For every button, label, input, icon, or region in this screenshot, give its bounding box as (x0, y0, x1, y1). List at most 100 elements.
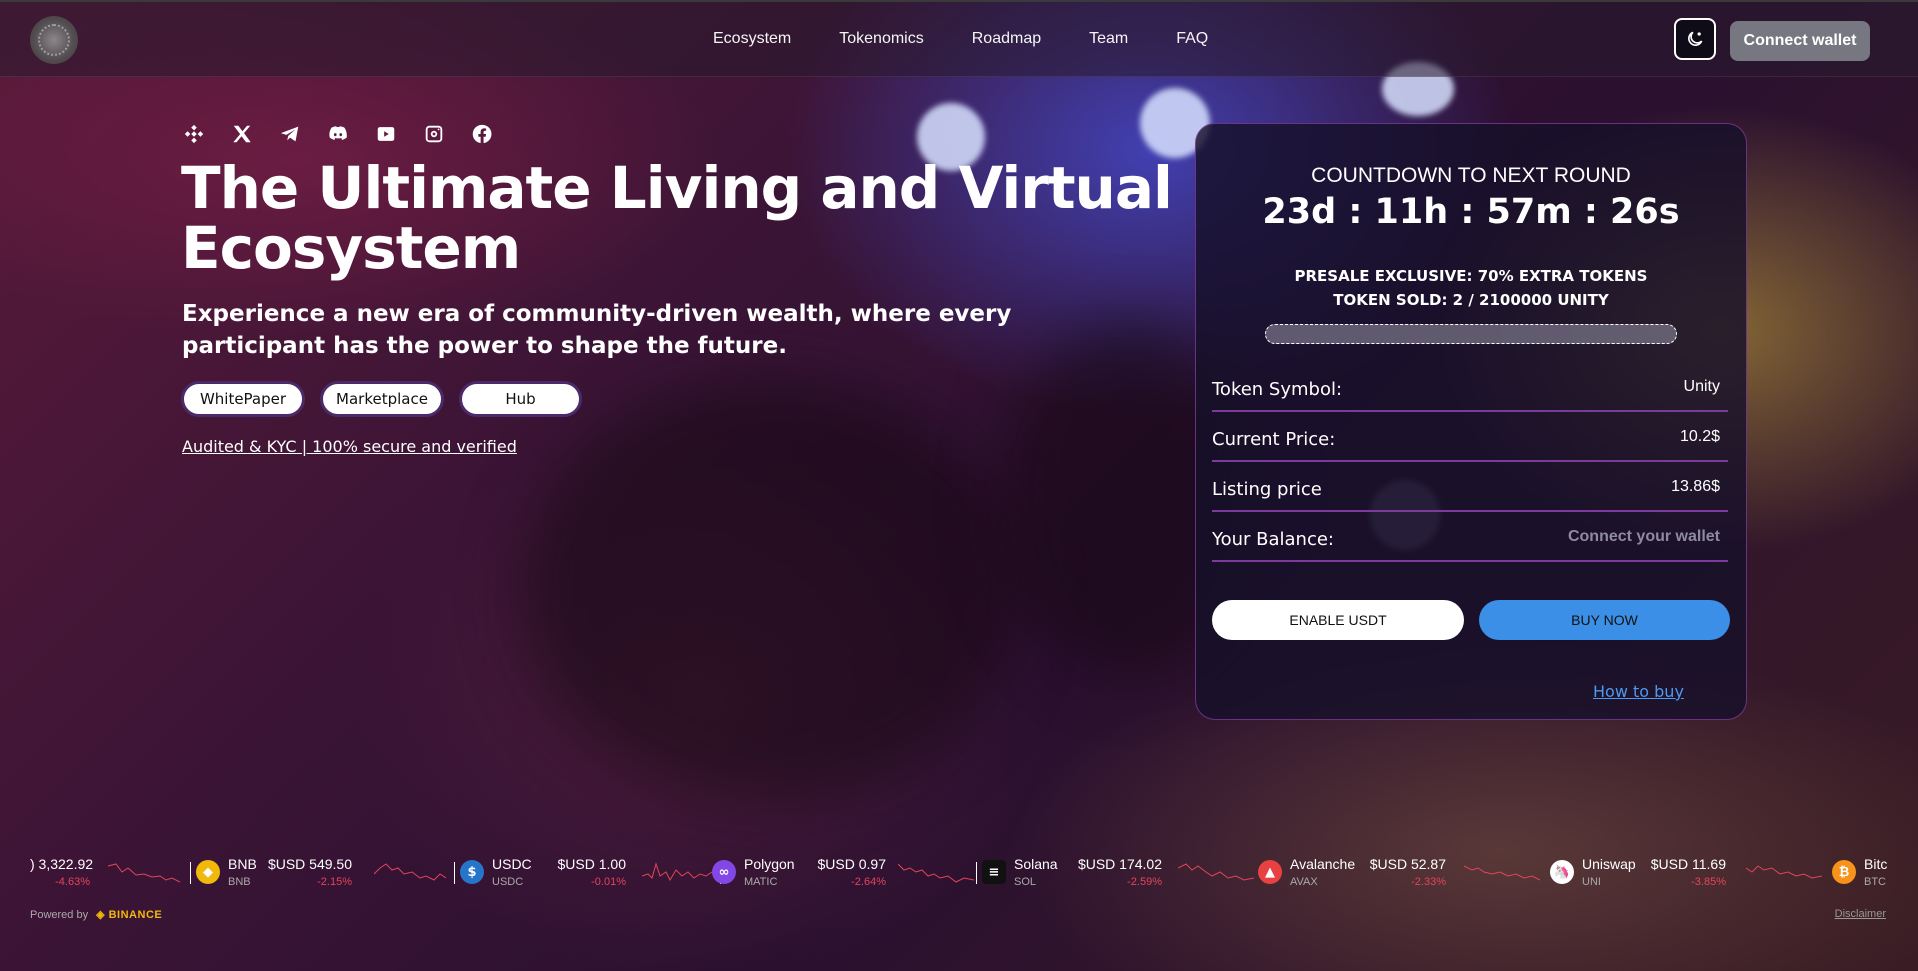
current-price-label: Current Price: (1212, 429, 1336, 450)
nav-tokenomics[interactable]: Tokenomics (839, 30, 923, 48)
whitepaper-button[interactable]: WhitePaper (181, 381, 305, 417)
ticker-item[interactable]: ₿ Bitc BTC (1832, 846, 1888, 898)
ticker-change: -2.33% (1411, 876, 1446, 888)
presale-panel: COUNTDOWN TO NEXT ROUND 23d : 11h : 57m … (1195, 123, 1747, 720)
solana-icon: ≡ (982, 860, 1006, 884)
audit-kyc-link[interactable]: Audited & KYC | 100% secure and verified (182, 437, 517, 456)
nav-team[interactable]: Team (1089, 30, 1128, 48)
balance-label: Your Balance: (1212, 529, 1335, 550)
connect-wallet-button[interactable]: Connect wallet (1730, 21, 1870, 61)
ticker-symbol: USDC (492, 876, 524, 888)
ticker-symbol: AVAX (1290, 876, 1318, 888)
disclaimer-link[interactable]: Disclaimer (1835, 908, 1886, 920)
binance-small-icon: ◈ (96, 909, 109, 921)
nav-ecosystem[interactable]: Ecosystem (713, 30, 791, 48)
ticker-price: $USD 11.69 (1650, 856, 1726, 872)
ticker-change: -0.01% (591, 876, 626, 888)
theme-toggle-button[interactable] (1674, 18, 1716, 60)
presale-info: PRESALE EXCLUSIVE: 70% EXTRA TOKENS TOKE… (1196, 264, 1746, 312)
ticker-sparkline (1178, 863, 1254, 881)
social-links (182, 122, 494, 146)
ticker-name: Avalanche (1290, 856, 1356, 872)
ticker-change: -2.64% (851, 876, 886, 888)
ticker-sparkline (1746, 865, 1822, 879)
ticker-item[interactable]: ≡ Solana SOL $USD 174.02 -2.59% (982, 846, 1254, 898)
binance-logo: ◈ BINANCE (96, 909, 163, 921)
uniswap-icon: 🦄 (1550, 860, 1574, 884)
youtube-icon[interactable] (374, 122, 398, 146)
ticker-name: Bitc (1864, 856, 1888, 872)
facebook-icon[interactable] (470, 122, 494, 146)
ticker-change: -2.15% (317, 876, 352, 888)
ticker-sparkline (898, 863, 974, 883)
token-symbol-value: Unity (1683, 378, 1720, 395)
nav-roadmap[interactable]: Roadmap (972, 30, 1041, 48)
enable-usdt-button[interactable]: ENABLE USDT (1212, 600, 1464, 640)
hub-button[interactable]: Hub (459, 381, 582, 417)
current-price-value: 10.2$ (1679, 428, 1720, 445)
ticker-name: Polygon (744, 856, 795, 872)
hero-subtitle: Experience a new era of community-driven… (182, 301, 1012, 359)
bnb-icon: ◆ (196, 860, 220, 884)
ticker-change: -2.59% (1127, 876, 1162, 888)
balance-row: Your Balance: Connect your wallet (1212, 512, 1728, 562)
presale-exclusive: PRESALE EXCLUSIVE: 70% EXTRA TOKENS (1294, 267, 1648, 285)
ticker-symbol: BNB (228, 876, 251, 888)
ticker-item[interactable]: ▲ Avalanche AVAX $USD 52.87 -2.33% (1258, 846, 1540, 898)
ticker-price: $USD 174.02 (1077, 856, 1162, 872)
ticker-symbol: UNI (1582, 876, 1601, 888)
powered-by-binance[interactable]: Powered by ◈ BINANCE (30, 908, 163, 922)
ticker-item[interactable]: ∞ Polygon MATIC $USD 0.97 -2.64% (712, 846, 980, 898)
ticker-change: -3.85% (1691, 876, 1726, 888)
nav-faq[interactable]: FAQ (1176, 30, 1208, 48)
ticker-name: USDC (492, 856, 532, 872)
x-icon[interactable] (230, 122, 254, 146)
ticker-price: ) 3,322.92 (30, 856, 94, 872)
token-symbol-label: Token Symbol: (1212, 379, 1343, 400)
instagram-icon[interactable] (422, 122, 446, 146)
ticker-symbol: MATIC (744, 876, 778, 888)
how-to-buy-link[interactable]: How to buy (1593, 682, 1684, 701)
current-price-row: Current Price: 10.2$ (1212, 412, 1728, 462)
marketplace-button[interactable]: Marketplace (320, 381, 444, 417)
ticker-price: $USD 0.97 (817, 856, 886, 872)
ticker-symbol: BTC (1864, 876, 1886, 888)
ticker-symbol: SOL (1014, 876, 1037, 888)
listing-price-value: 13.86$ (1671, 478, 1720, 495)
balance-connect-wallet[interactable]: Connect your wallet (1568, 528, 1720, 546)
binance-icon[interactable] (182, 122, 206, 146)
countdown-title: COUNTDOWN TO NEXT ROUND (1311, 164, 1631, 187)
top-navbar: Ecosystem Tokenomics Roadmap Team FAQ Co… (0, 0, 1918, 77)
ticker-name: Uniswap (1582, 856, 1636, 872)
token-symbol-row: Token Symbol: Unity (1212, 362, 1728, 412)
buy-now-button[interactable]: BUY NOW (1479, 600, 1730, 640)
main-nav: Ecosystem Tokenomics Roadmap Team FAQ (713, 30, 1208, 48)
ticker-name: BNB (228, 856, 257, 872)
ticker-name: Solana (1014, 856, 1058, 872)
usdc-icon: $ (460, 860, 484, 884)
polygon-icon: ∞ (712, 860, 736, 884)
bitcoin-icon: ₿ (1832, 860, 1856, 884)
listing-price-label: Listing price (1212, 479, 1322, 500)
listing-price-row: Listing price 13.86$ (1212, 462, 1728, 512)
ticker-item[interactable]: 🦄 Uniswap UNI $USD 11.69 -3.85% (1550, 846, 1830, 898)
ticker-change: -4.63% (55, 876, 90, 888)
ticker-price: $USD 1.00 (557, 856, 626, 872)
ticker-sparkline (108, 863, 180, 883)
ticker-price: $USD 549.50 (267, 856, 352, 872)
avalanche-icon: ▲ (1258, 860, 1282, 884)
tokens-sold: TOKEN SOLD: 2 / 2100000 UNITY (1333, 291, 1609, 309)
powered-by-label: Powered by (30, 908, 89, 921)
discord-icon[interactable] (326, 122, 350, 146)
ticker-sparkline (1464, 865, 1540, 881)
ticker-item[interactable]: ) 3,322.92 -4.63% (30, 846, 180, 898)
site-logo[interactable] (30, 16, 78, 64)
hero-title: The Ultimate Living and Virtual Ecosyste… (181, 154, 1173, 282)
moon-star-icon (1688, 31, 1703, 46)
ticker-sparkline (374, 863, 446, 881)
telegram-icon[interactable] (278, 122, 302, 146)
ticker-item[interactable]: $ USDC USDC $USD 1.00 -0.01% (460, 846, 722, 898)
sale-progress-bar (1265, 324, 1677, 344)
crypto-price-ticker: ) 3,322.92 -4.63% ◆ BNB BNB $USD 549.50 … (30, 846, 1888, 898)
ticker-item[interactable]: ◆ BNB BNB $USD 549.50 -2.15% (196, 846, 456, 898)
